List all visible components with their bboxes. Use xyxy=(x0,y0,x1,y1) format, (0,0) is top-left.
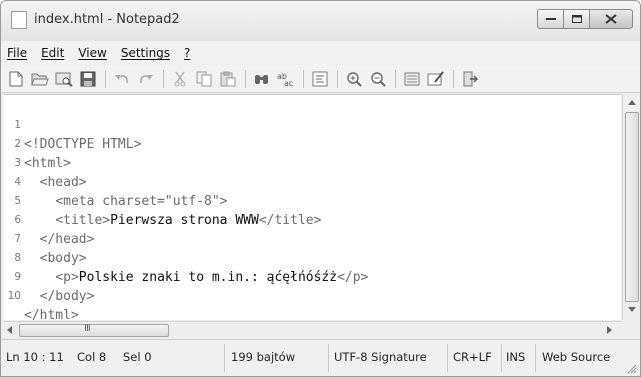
status-size: 199 bajtów xyxy=(231,350,296,364)
toolbar-separator xyxy=(337,69,338,88)
code-line: 5 <title>Pierwsza strona WWW</title> xyxy=(3,173,621,228)
open-button[interactable] xyxy=(30,69,50,89)
line-number: 10 xyxy=(7,290,21,302)
close-icon xyxy=(605,14,617,24)
scheme-icon xyxy=(404,72,420,85)
toolbar-separator xyxy=(303,69,304,88)
status-separator xyxy=(447,344,448,372)
svg-text:ac: ac xyxy=(284,79,293,87)
code-editor[interactable]: 1 <!DOCTYPE HTML> 2 <html> 3 <head> 4 <m… xyxy=(3,94,621,323)
menu-help[interactable]: ? xyxy=(183,46,191,60)
copy-icon xyxy=(196,71,212,86)
exit-button[interactable] xyxy=(460,69,480,89)
status-separator xyxy=(328,344,329,372)
code-line: 7 <body> xyxy=(3,211,621,266)
code-line: 2 <html> xyxy=(3,116,621,171)
scroll-grip: III xyxy=(84,323,91,334)
maximize-icon xyxy=(571,15,582,23)
scroll-down-arrow-icon[interactable] xyxy=(628,307,636,312)
document-icon xyxy=(11,11,27,29)
status-scheme[interactable]: Web Source xyxy=(542,350,610,364)
zoom-in-button[interactable] xyxy=(344,69,364,89)
toolbar-separator xyxy=(105,69,106,88)
resize-grip-icon[interactable] xyxy=(627,364,637,374)
customize-icon xyxy=(427,70,444,85)
status-separator xyxy=(224,344,225,372)
title-bar[interactable]: index.html - Notepad2 xyxy=(1,1,640,41)
status-bar: Ln 10 : 11 Col 8 Sel 0 199 bajtów UTF-8 … xyxy=(1,339,640,376)
status-encoding[interactable]: UTF-8 Signature xyxy=(334,350,427,364)
zoom-in-icon xyxy=(347,71,362,87)
zoom-out-button[interactable] xyxy=(368,69,388,89)
status-line-ending[interactable]: CR+LF xyxy=(453,350,492,364)
browse-button[interactable] xyxy=(54,69,74,89)
exit-icon xyxy=(463,71,478,86)
redo-icon xyxy=(140,74,153,83)
save-icon xyxy=(80,71,96,86)
save-button[interactable] xyxy=(78,69,98,89)
status-separator xyxy=(501,344,502,372)
find-button[interactable] xyxy=(252,69,272,89)
scheme-button[interactable] xyxy=(402,69,422,89)
code-line: 6 </head> xyxy=(3,192,621,247)
maximize-button[interactable] xyxy=(563,9,590,29)
new-file-icon xyxy=(9,71,23,86)
toolbar: ab ac xyxy=(1,65,640,93)
status-separator xyxy=(535,344,536,372)
horizontal-scroll-thumb[interactable]: III xyxy=(19,323,169,337)
paste-icon xyxy=(220,71,236,86)
code-line: 8 <p>Polskie znaki to m.in.: ąćęłńóśźż</… xyxy=(3,230,621,285)
code-line: 3 <head> xyxy=(3,135,621,190)
redo-button[interactable] xyxy=(136,69,156,89)
cut-icon xyxy=(174,71,186,86)
menu-settings[interactable]: Settings xyxy=(120,46,171,60)
toolbar-separator xyxy=(395,69,396,88)
replace-icon: abac xyxy=(277,72,293,87)
horizontal-scrollbar[interactable]: III xyxy=(3,321,622,338)
menu-view[interactable]: View xyxy=(77,46,107,60)
minimize-icon xyxy=(545,18,556,20)
toolbar-separator xyxy=(245,69,246,88)
scroll-up-arrow-icon[interactable] xyxy=(628,100,636,105)
browse-icon xyxy=(55,72,73,87)
undo-icon xyxy=(115,74,128,83)
code-line: 1 <!DOCTYPE HTML> xyxy=(3,97,621,152)
cut-button[interactable] xyxy=(170,69,190,89)
code-line: 10 </html> xyxy=(3,268,621,323)
toolbar-separator xyxy=(453,69,454,88)
find-icon xyxy=(255,74,268,84)
status-column: Col 8 xyxy=(77,350,107,364)
code-line: 9 </body> xyxy=(3,249,621,304)
status-selection: Sel 0 xyxy=(123,350,152,364)
paste-button[interactable] xyxy=(218,69,238,89)
scroll-left-arrow-icon[interactable] xyxy=(7,326,12,334)
toolbar-separator xyxy=(163,69,164,88)
code-line: 4 <meta charset="utf-8"> xyxy=(3,154,621,209)
scrollbar-corner xyxy=(622,321,640,338)
minimize-button[interactable] xyxy=(537,9,564,29)
status-position: Ln 10 : 11 xyxy=(6,350,64,364)
word-wrap-icon xyxy=(312,71,328,86)
notepad2-window: index.html - Notepad2 File Edit View Set… xyxy=(0,0,641,377)
vertical-scroll-thumb[interactable] xyxy=(625,112,639,302)
close-button[interactable] xyxy=(589,9,633,29)
zoom-out-icon xyxy=(371,71,386,87)
word-wrap-button[interactable] xyxy=(310,69,330,89)
window-title: index.html - Notepad2 xyxy=(34,12,180,27)
menu-edit[interactable]: Edit xyxy=(40,46,65,60)
customize-button[interactable] xyxy=(426,69,446,89)
menu-file[interactable]: File xyxy=(6,46,28,60)
menu-bar: File Edit View Settings ? xyxy=(1,42,640,64)
undo-button[interactable] xyxy=(112,69,132,89)
window-controls xyxy=(537,9,633,31)
replace-button[interactable]: ab ac xyxy=(276,69,296,89)
vertical-scrollbar[interactable] xyxy=(622,94,640,320)
status-insert-mode[interactable]: INS xyxy=(506,350,525,364)
scroll-right-arrow-icon[interactable] xyxy=(607,326,612,334)
new-file-button[interactable] xyxy=(6,69,26,89)
copy-button[interactable] xyxy=(194,69,214,89)
open-icon xyxy=(31,73,49,85)
